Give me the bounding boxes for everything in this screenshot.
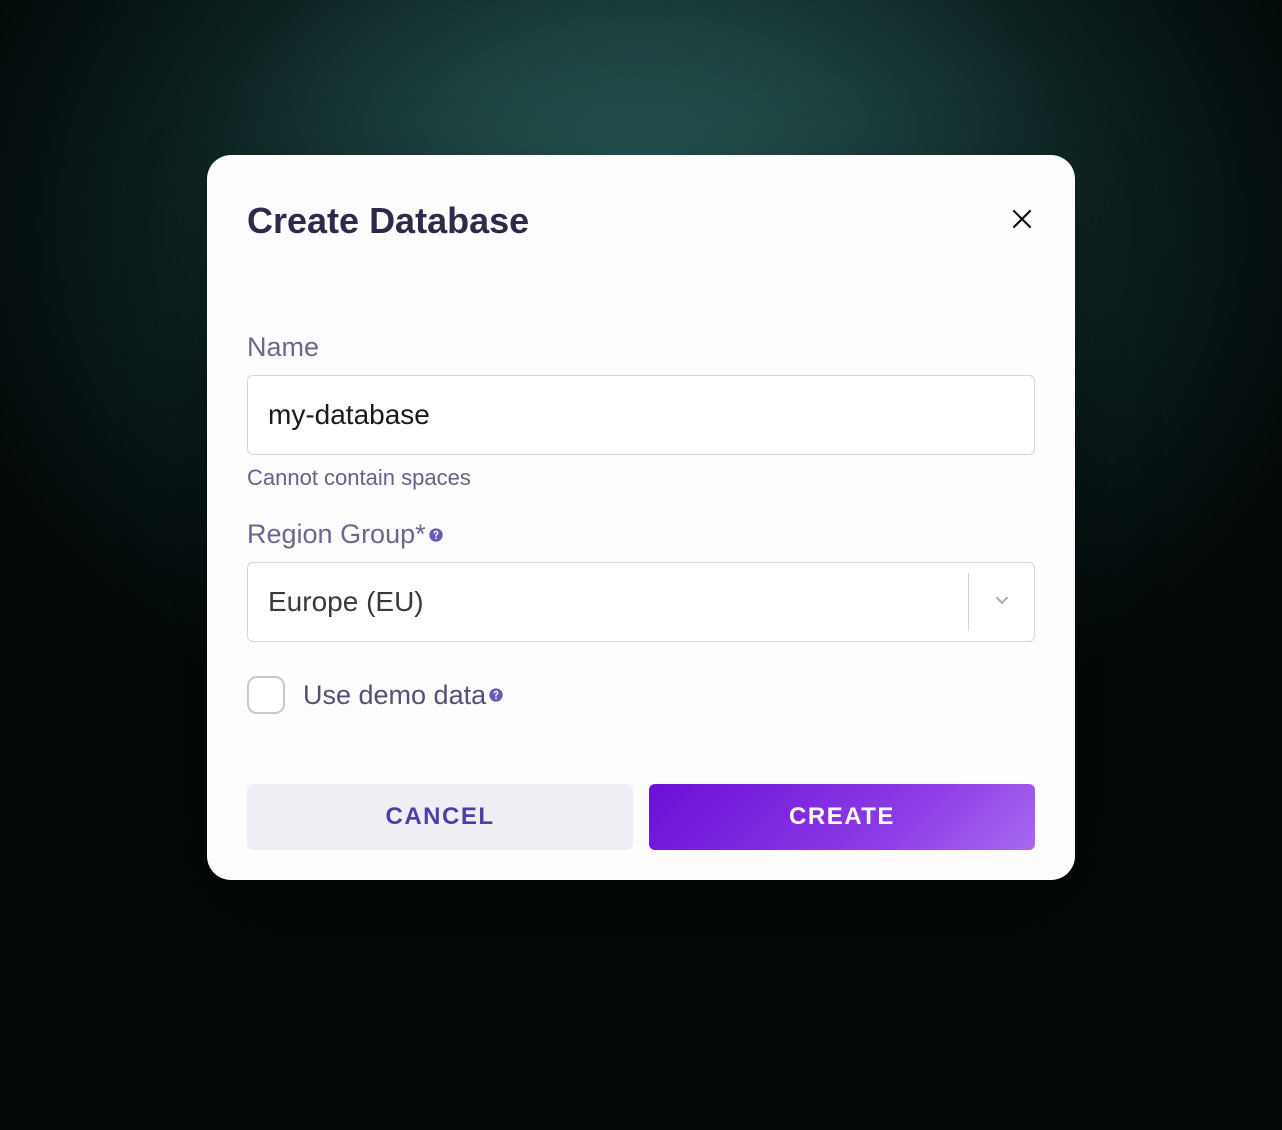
- demo-data-label-text: Use demo data: [303, 680, 486, 711]
- name-input[interactable]: [247, 375, 1035, 455]
- region-label: Region Group*: [247, 519, 1035, 550]
- region-select[interactable]: Europe (EU): [247, 562, 1035, 642]
- modal-header: Create Database: [247, 200, 1035, 242]
- select-indicator: [968, 573, 1034, 631]
- modal-title: Create Database: [247, 200, 529, 242]
- help-icon[interactable]: [488, 687, 504, 703]
- name-field-group: Name Cannot contain spaces: [247, 332, 1035, 491]
- close-icon: [1009, 206, 1035, 237]
- cancel-button[interactable]: CANCEL: [247, 784, 633, 850]
- close-button[interactable]: [1009, 206, 1035, 237]
- chevron-down-icon: [991, 589, 1013, 616]
- region-selected-value: Europe (EU): [248, 586, 968, 618]
- region-field-group: Region Group* Europe (EU): [247, 519, 1035, 642]
- region-label-text: Region Group*: [247, 519, 426, 550]
- name-label: Name: [247, 332, 1035, 363]
- button-row: CANCEL CREATE: [247, 784, 1035, 850]
- create-button[interactable]: CREATE: [649, 784, 1035, 850]
- help-icon[interactable]: [428, 527, 444, 543]
- demo-data-checkbox[interactable]: [247, 676, 285, 714]
- demo-data-label: Use demo data: [303, 680, 504, 711]
- demo-data-row: Use demo data: [247, 676, 1035, 714]
- name-helper-text: Cannot contain spaces: [247, 465, 1035, 491]
- create-database-modal: Create Database Name Cannot contain spac…: [207, 155, 1075, 880]
